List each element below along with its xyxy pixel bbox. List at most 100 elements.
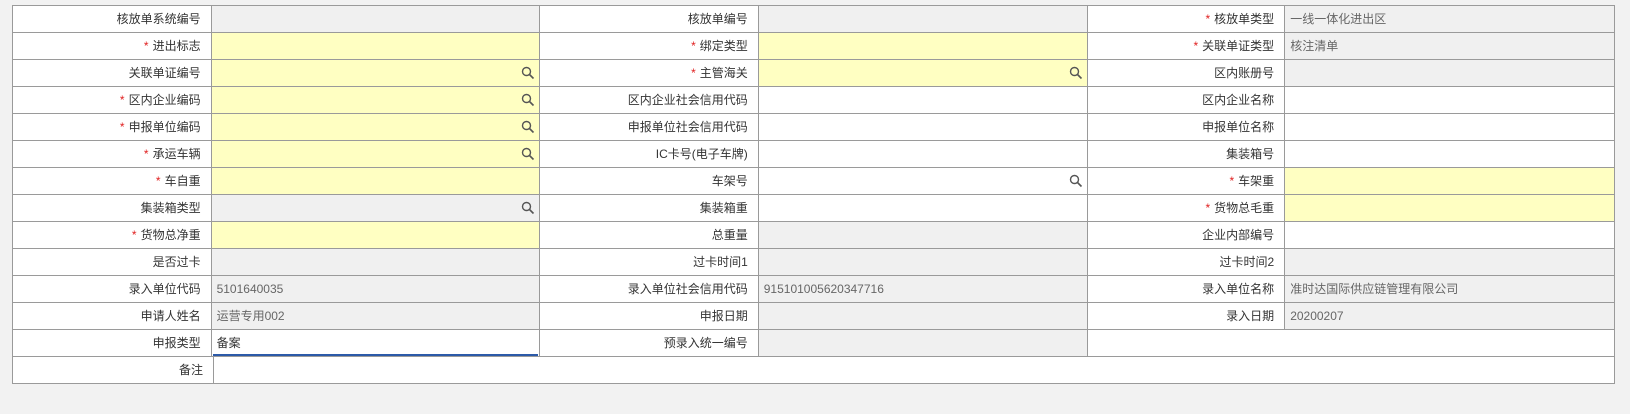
field-label: 总重量: [540, 222, 759, 249]
empty-cell: [1087, 330, 1615, 357]
field-input-集装箱类型[interactable]: [211, 195, 541, 222]
field-label: 企业内部编号: [1087, 222, 1286, 249]
search-icon[interactable]: [521, 201, 535, 215]
required-marker: *: [691, 39, 696, 53]
field-label: * 申报单位编码: [13, 114, 212, 141]
field-label: * 核放单类型: [1087, 6, 1286, 33]
field-input-录入单位名称[interactable]: 准时达国际供应链管理有限公司: [1285, 276, 1616, 303]
field-input-关联单证类型[interactable]: 核注清单: [1285, 33, 1616, 60]
field-label-text: 区内企业编码: [128, 93, 201, 107]
field-input-录入日期[interactable]: 20200207: [1285, 303, 1616, 330]
field-label: 集装箱号: [1087, 141, 1286, 168]
field-label-text: 车架重: [1238, 174, 1275, 188]
field-input-车自重[interactable]: [211, 168, 541, 195]
field-input-区内企业编码[interactable]: [211, 87, 541, 114]
field-input-区内企业名称[interactable]: [1285, 87, 1616, 114]
search-icon[interactable]: [1069, 174, 1083, 188]
field-input-录入单位代码[interactable]: 5101640035: [211, 276, 541, 303]
search-icon[interactable]: [521, 93, 535, 107]
field-label: 过卡时间1: [540, 249, 759, 276]
field-label: * 进出标志: [13, 33, 212, 60]
field-input-是否过卡[interactable]: [211, 249, 541, 276]
field-input-申报单位社会信用代码[interactable]: [758, 114, 1088, 141]
field-label: 录入单位代码: [13, 276, 212, 303]
field-label-text: 总重量: [711, 228, 748, 242]
field-label-text: 集装箱类型: [140, 201, 201, 215]
search-icon[interactable]: [521, 147, 535, 161]
search-icon[interactable]: [521, 120, 535, 134]
form-row: 关联单证编号 * 主管海关 区内账册号: [13, 60, 1616, 87]
field-input-IC卡号-电子车牌-[interactable]: [758, 141, 1088, 168]
field-label: 区内账册号: [1087, 60, 1286, 87]
field-input-申报日期[interactable]: [758, 303, 1088, 330]
field-input-申报单位名称[interactable]: [1285, 114, 1616, 141]
field-input-区内企业社会信用代码[interactable]: [758, 87, 1088, 114]
form-row: 核放单系统编号 核放单编号 * 核放单类型 一线一体化进出区: [13, 6, 1616, 33]
field-input-进出标志[interactable]: [211, 33, 541, 60]
field-input-申报单位编码[interactable]: [211, 114, 541, 141]
field-input-总重量[interactable]: [758, 222, 1088, 249]
field-input-pre-entry-number[interactable]: [758, 330, 1088, 357]
search-icon[interactable]: [521, 66, 535, 80]
field-input-货物总毛重[interactable]: [1285, 195, 1616, 222]
field-input-集装箱号[interactable]: [1285, 141, 1616, 168]
field-label: 申报单位社会信用代码: [540, 114, 759, 141]
field-input-车架号[interactable]: [758, 168, 1088, 195]
field-input-主管海关[interactable]: [758, 60, 1088, 87]
field-input-集装箱重[interactable]: [758, 195, 1088, 222]
search-icon[interactable]: [1069, 66, 1083, 80]
field-input-车架重[interactable]: [1285, 168, 1616, 195]
required-marker: *: [131, 228, 137, 242]
field-value: 运营专用002: [216, 309, 285, 323]
required-marker: *: [1205, 12, 1211, 26]
field-label-text: 承运车辆: [152, 147, 201, 161]
field-value: 核注清单: [1290, 39, 1339, 53]
field-label-text: 核放单类型: [1214, 12, 1275, 26]
required-marker: *: [119, 120, 125, 134]
field-input-过卡时间2[interactable]: [1285, 249, 1616, 276]
field-label: 申请人姓名: [13, 303, 212, 330]
field-label: 是否过卡: [13, 249, 212, 276]
field-label: 区内企业社会信用代码: [540, 87, 759, 114]
field-input-企业内部编号[interactable]: [1285, 222, 1616, 249]
field-label-text: 区内账册号: [1214, 66, 1275, 80]
field-label-text: 申报日期: [699, 309, 748, 323]
field-input-declare-type[interactable]: 备案: [211, 330, 541, 357]
field-label-text: 录入单位社会信用代码: [627, 282, 748, 296]
field-label-text: 是否过卡: [152, 255, 201, 269]
field-input-过卡时间1[interactable]: [758, 249, 1088, 276]
field-input-核放单类型[interactable]: 一线一体化进出区: [1285, 6, 1616, 33]
field-input-承运车辆[interactable]: [211, 141, 541, 168]
form-row: * 进出标志 * 绑定类型 * 关联单证类型 核注清单: [13, 33, 1616, 60]
field-label: 申报单位名称: [1087, 114, 1286, 141]
field-input-核放单编号[interactable]: [758, 6, 1088, 33]
field-input-申请人姓名[interactable]: 运营专用002: [211, 303, 541, 330]
field-label: 申报日期: [540, 303, 759, 330]
field-input-关联单证编号[interactable]: [211, 60, 541, 87]
required-marker: *: [143, 147, 149, 161]
field-label-text: 申报类型: [152, 336, 201, 350]
field-value: 20200207: [1290, 309, 1344, 323]
field-label-text: 过卡时间2: [1219, 255, 1275, 269]
form-row: 申请人姓名 运营专用002 申报日期 录入日期 20200207: [13, 303, 1616, 330]
field-value: 5101640035: [216, 282, 284, 296]
field-label: * 承运车辆: [13, 141, 212, 168]
field-input-区内账册号[interactable]: [1285, 60, 1616, 87]
field-label: 集装箱重: [540, 195, 759, 222]
field-input-货物总净重[interactable]: [211, 222, 541, 249]
field-label-text: 核放单编号: [687, 12, 748, 26]
form-row: 集装箱类型 集装箱重 * 货物总毛重: [13, 195, 1616, 222]
remark-input[interactable]: [214, 357, 1615, 384]
form-row: 备注: [13, 357, 1615, 384]
field-label: 过卡时间2: [1087, 249, 1286, 276]
field-input-录入单位社会信用代码[interactable]: 915101005620347716: [758, 276, 1088, 303]
field-input-绑定类型[interactable]: [758, 33, 1088, 60]
field-input-核放单系统编号[interactable]: [211, 6, 541, 33]
form-row: 是否过卡 过卡时间1 过卡时间2: [13, 249, 1616, 276]
form-row: * 承运车辆 IC卡号(电子车牌) 集装箱号: [13, 141, 1616, 168]
field-label: 申报类型: [13, 330, 212, 357]
field-label: 关联单证编号: [13, 60, 212, 87]
field-label-text: 集装箱重: [699, 201, 748, 215]
required-marker: *: [1193, 39, 1199, 53]
form-row: 申报类型 备案 预录入统一编号: [13, 330, 1615, 357]
